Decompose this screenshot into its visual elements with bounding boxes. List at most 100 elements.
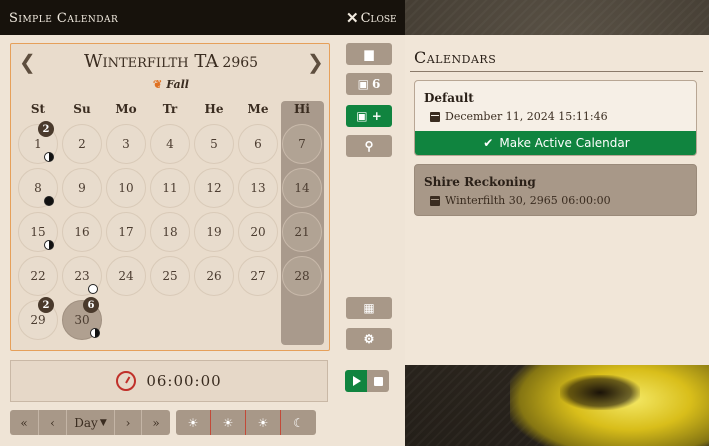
day-cell-9[interactable]: 9	[62, 168, 102, 208]
calendar-app: ❮ ❯ Winterfilth TA 2965 ❦ Fall St Su Mo Tr…	[0, 35, 405, 446]
window-title: Simple Calendar	[9, 11, 119, 26]
sunset-icon: ☀	[257, 415, 269, 430]
forward-more-button[interactable]: »	[142, 410, 170, 435]
moon-phase-icon	[88, 284, 98, 294]
dusk-button[interactable]: ☀	[246, 410, 281, 435]
sun-icon: ☀	[222, 415, 234, 430]
chevron-right-icon: ›	[125, 415, 131, 430]
double-chevron-right-icon: »	[152, 415, 160, 430]
search-button[interactable]: ⚲	[346, 135, 392, 157]
day-cell-18[interactable]: 18	[150, 212, 190, 252]
start-clock-button[interactable]	[345, 370, 367, 392]
season-name: Fall	[166, 78, 189, 91]
day-cell-10[interactable]: 10	[106, 168, 146, 208]
day-cell-6[interactable]: 6	[238, 124, 278, 164]
moon-phase-icon	[44, 152, 54, 162]
calendar-icon	[430, 111, 440, 122]
month-view: ❮ ❯ Winterfilth TA 2965 ❦ Fall St Su Mo Tr…	[10, 43, 330, 351]
day-cell-25[interactable]: 25	[150, 256, 190, 296]
calendar-name: Default	[424, 91, 474, 105]
day-cell-17[interactable]: 17	[106, 212, 146, 252]
weekday-label: Hi	[294, 102, 310, 116]
note-icon: ▣	[357, 77, 369, 91]
time-unit-select[interactable]: Day ▼	[67, 410, 115, 435]
notes-count: 6	[371, 77, 381, 91]
sunrise-icon: ☀	[187, 415, 199, 430]
rewind-more-button[interactable]: «	[10, 410, 39, 435]
calendar-date-text: Winterfilth 30, 2965 06:00:00	[445, 194, 611, 207]
leaf-icon: ❦	[153, 78, 163, 91]
calendar-date-button[interactable]: ▦	[346, 297, 392, 319]
settings-button[interactable]: ⚙	[346, 328, 392, 350]
note-count-badge: 6	[83, 297, 99, 313]
day-cell-2[interactable]: 2	[62, 124, 102, 164]
day-cell-5[interactable]: 5	[194, 124, 234, 164]
day-cell-3[interactable]: 3	[106, 124, 146, 164]
weekday-label: He	[204, 102, 224, 116]
day-cell-26[interactable]: 26	[194, 256, 234, 296]
stop-icon	[373, 376, 383, 386]
search-icon: ⚲	[364, 139, 374, 153]
calendar-date: December 11, 2024 15:11:46	[430, 110, 608, 123]
rewind-button[interactable]: ‹	[39, 410, 67, 435]
clock-time: 06:00:00	[146, 372, 222, 390]
note-count-badge: 2	[38, 297, 54, 313]
day-cell-28[interactable]: 28	[282, 256, 322, 296]
month-name: Winterfilth TA	[83, 51, 219, 72]
time-of-day-controls: ☀ ☀ ☀ ☾	[176, 410, 316, 435]
chevron-left-icon: ‹	[50, 415, 55, 430]
note-count-badge: 2	[38, 121, 54, 137]
make-active-label: Make Active Calendar	[499, 136, 630, 150]
day-cell-4[interactable]: 4	[150, 124, 190, 164]
calendar-date-text: December 11, 2024 15:11:46	[445, 110, 608, 123]
today-button[interactable]: ▆	[346, 43, 392, 65]
month-title: Winterfilth TA 2965	[11, 51, 331, 72]
calendar-icon	[430, 195, 440, 206]
calendar-card-shire-reckoning[interactable]: Shire Reckoning Winterfilth 30, 2965 06:…	[414, 164, 697, 216]
notes-button[interactable]: ▣ 6	[346, 73, 392, 95]
play-icon	[353, 376, 361, 386]
caret-down-icon: ▼	[99, 417, 107, 428]
day-cell-22[interactable]: 22	[18, 256, 58, 296]
add-note-button[interactable]: ▣ +	[346, 105, 392, 127]
day-cell-12[interactable]: 12	[194, 168, 234, 208]
weekday-label: Su	[73, 102, 91, 116]
moon-icon: ☾	[293, 415, 304, 430]
calendar-card-default[interactable]: Default December 11, 2024 15:11:46 ✔ Mak…	[414, 80, 697, 156]
day-cell-24[interactable]: 24	[106, 256, 146, 296]
window-titlebar[interactable]: Simple Calendar ✕ Close	[0, 0, 405, 35]
day-cell-21[interactable]: 21	[282, 212, 322, 252]
weekday-label: Tr	[162, 102, 178, 116]
make-active-calendar-button[interactable]: ✔ Make Active Calendar	[415, 131, 696, 155]
calendars-panel: Calendars Default December 11, 2024 15:1…	[405, 35, 709, 365]
add-note-icon: ▣ +	[356, 109, 382, 123]
clock-display: 06:00:00	[10, 360, 328, 402]
check-icon: ✔	[483, 136, 494, 150]
dawn-button[interactable]: ☀	[176, 410, 211, 435]
moon-phase-icon	[44, 196, 54, 206]
background-dark-spot	[560, 375, 640, 410]
calendar-day-icon: ▦	[363, 301, 375, 315]
double-chevron-left-icon: «	[20, 415, 28, 430]
weekday-label: Mo	[115, 102, 137, 116]
time-step-controls: « ‹ Day ▼ › »	[10, 410, 170, 435]
close-label: Close	[360, 10, 397, 26]
day-cell-7[interactable]: 7	[282, 124, 322, 164]
day-cell-20[interactable]: 20	[238, 212, 278, 252]
day-cell-14[interactable]: 14	[282, 168, 322, 208]
calendars-title: Calendars	[414, 48, 497, 67]
day-cell-27[interactable]: 27	[238, 256, 278, 296]
midday-button[interactable]: ☀	[211, 410, 246, 435]
midnight-button[interactable]: ☾	[281, 410, 316, 435]
day-cell-13[interactable]: 13	[238, 168, 278, 208]
calendar-date: Winterfilth 30, 2965 06:00:00	[430, 194, 611, 207]
weekday-label: Me	[247, 102, 269, 116]
day-cell-19[interactable]: 19	[194, 212, 234, 252]
day-cell-16[interactable]: 16	[62, 212, 102, 252]
time-unit-label: Day	[74, 415, 98, 430]
forward-button[interactable]: ›	[115, 410, 142, 435]
day-cell-11[interactable]: 11	[150, 168, 190, 208]
close-button[interactable]: ✕ Close	[346, 9, 397, 27]
calendar-icon: ▆	[364, 47, 374, 61]
stop-clock-button[interactable]	[367, 370, 389, 392]
